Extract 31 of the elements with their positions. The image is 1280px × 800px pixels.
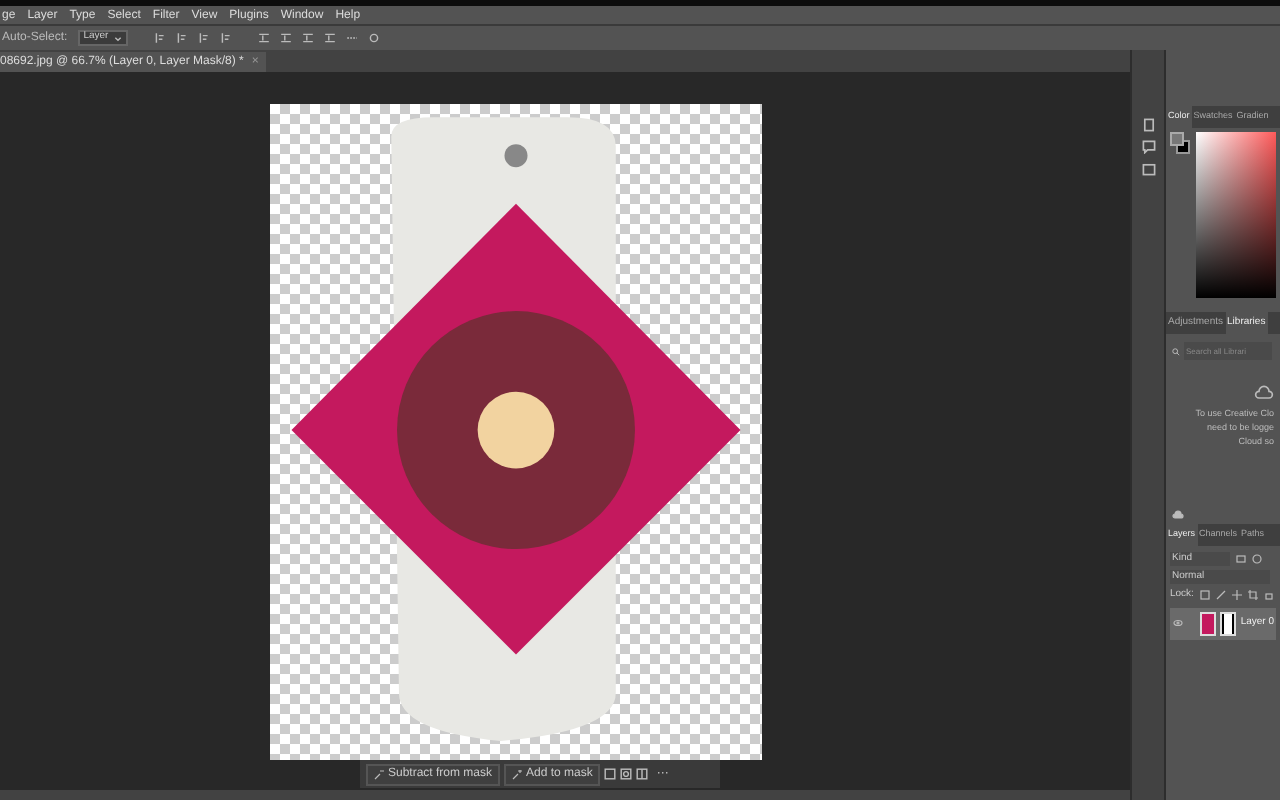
brush-minus-icon[interactable] (374, 769, 384, 779)
distribute-icon[interactable] (258, 32, 271, 44)
color-picker-field[interactable] (1196, 131, 1276, 298)
align-icon[interactable] (198, 32, 211, 44)
comment-icon[interactable] (1141, 140, 1155, 154)
distribute-icon[interactable] (302, 32, 315, 44)
history-icon[interactable] (1141, 118, 1155, 132)
cloud-icon (1254, 384, 1274, 403)
image-filter-icon[interactable] (1236, 554, 1246, 564)
adjustment-filter-icon[interactable] (1252, 554, 1262, 564)
brush-plus-icon[interactable] (512, 769, 523, 779)
layer-thumbnail (1200, 611, 1217, 635)
distribute-icon[interactable] (280, 32, 293, 44)
align-icon[interactable] (176, 32, 189, 44)
distribute-icon[interactable] (324, 32, 337, 44)
eye-icon[interactable] (1172, 618, 1184, 628)
move-icon[interactable] (1231, 590, 1242, 601)
cloud-icon[interactable] (1172, 510, 1184, 521)
align-icon[interactable] (220, 32, 233, 44)
color-swatch[interactable] (1170, 131, 1192, 154)
settings-icon[interactable] (368, 32, 381, 44)
mask-thumbnail (1220, 611, 1237, 635)
mask-icon[interactable] (636, 768, 649, 780)
search-icon[interactable] (1172, 347, 1180, 356)
mask-icon[interactable] (604, 768, 617, 780)
align-icon[interactable] (154, 32, 167, 44)
crop-icon[interactable] (1247, 590, 1258, 601)
invert-icon[interactable] (620, 768, 633, 780)
more-icon[interactable] (346, 32, 359, 44)
brush-icon[interactable] (1215, 590, 1226, 601)
caret-icon (114, 35, 123, 41)
